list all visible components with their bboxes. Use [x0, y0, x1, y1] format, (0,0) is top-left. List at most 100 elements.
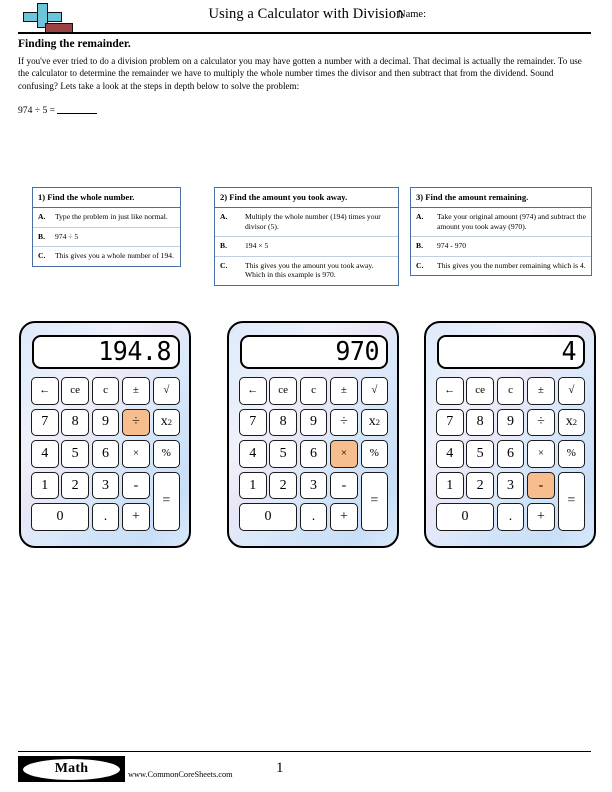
- key-backspace[interactable]: ←: [239, 377, 267, 405]
- key-plus-minus[interactable]: ±: [330, 377, 358, 405]
- key-4[interactable]: 4: [31, 440, 59, 468]
- key-3[interactable]: 3: [91, 471, 120, 500]
- key-backspace[interactable]: ←: [436, 377, 464, 405]
- key-0[interactable]: 0: [239, 503, 297, 531]
- key-square-root[interactable]: √: [360, 377, 389, 405]
- key-percent[interactable]: %: [152, 440, 181, 468]
- header-divider: [18, 32, 591, 34]
- step-1-row-a: A. Type the problem in just like normal.: [33, 208, 180, 228]
- key-x-squared[interactable]: x2: [360, 408, 389, 437]
- key-multiply[interactable]: ×: [122, 440, 150, 468]
- key-7[interactable]: 7: [239, 408, 267, 437]
- calculator-2: 9 7 0 ← ce c ± √ 7 8 9 ÷ x 2 4 5 6 ×% 1 2 3- = 0. +: [227, 321, 399, 548]
- key-add[interactable]: +: [527, 503, 555, 531]
- key-equals[interactable]: =: [152, 471, 181, 531]
- step-letter: B.: [220, 241, 227, 251]
- key-0[interactable]: 0: [31, 503, 89, 531]
- key-8[interactable]: 8: [466, 408, 494, 437]
- key-square-root[interactable]: √: [152, 377, 181, 405]
- key-percent[interactable]: %: [557, 440, 586, 468]
- key-multiply[interactable]: ×: [330, 440, 358, 468]
- key-9[interactable]: 9: [299, 408, 328, 437]
- answer-blank[interactable]: [57, 113, 98, 114]
- key-clear[interactable]: c: [91, 377, 120, 405]
- key-x-squared[interactable]: x2: [152, 408, 181, 437]
- step-1-row-b: B. 974 ÷ 5: [33, 228, 180, 248]
- step-box-3: 3) Find the amount remaining. A. Take yo…: [410, 187, 592, 277]
- calculator-1-display: 194.8: [32, 335, 180, 369]
- key-plus-minus[interactable]: ±: [527, 377, 555, 405]
- key-5[interactable]: 5: [466, 440, 494, 468]
- key-subtract[interactable]: -: [122, 471, 150, 500]
- key-divide[interactable]: ÷: [122, 408, 150, 437]
- key-2[interactable]: 2: [61, 471, 89, 500]
- key-8[interactable]: 8: [269, 408, 297, 437]
- key-subtract[interactable]: -: [330, 471, 358, 500]
- key-divide[interactable]: ÷: [527, 408, 555, 437]
- key-4[interactable]: 4: [436, 440, 464, 468]
- key-x-squared[interactable]: x2: [557, 408, 586, 437]
- step-text: This gives you the number remaining whic…: [437, 260, 586, 270]
- key-9[interactable]: 9: [496, 408, 525, 437]
- step-letter: C.: [38, 251, 46, 261]
- key-6[interactable]: 6: [496, 440, 525, 468]
- example-problem: 974 ÷ 5 =: [18, 105, 98, 116]
- key-plus-minus[interactable]: ±: [122, 377, 150, 405]
- step-text: Multiply the whole number (194) times yo…: [245, 212, 381, 231]
- key-5[interactable]: 5: [269, 440, 297, 468]
- key-6[interactable]: 6: [91, 440, 120, 468]
- key-0[interactable]: 0: [436, 503, 494, 531]
- key-decimal[interactable]: .: [496, 503, 525, 531]
- key-clear-entry[interactable]: ce: [269, 377, 297, 405]
- calculator-3: 4 ← ce c ± √ 7 8 9 ÷ x 2 4 5 6 ×% 1 2 3- = 0. +: [424, 321, 596, 548]
- step-text: This gives you a whole number of 194.: [55, 251, 174, 261]
- key-decimal[interactable]: .: [91, 503, 120, 531]
- key-3[interactable]: 3: [299, 471, 328, 500]
- key-1[interactable]: 1: [239, 471, 267, 500]
- key-1[interactable]: 1: [31, 471, 59, 500]
- calculator-1: 194.8 ← ce c ± √ 7 8 9 ÷ x 2 4 5 6 ×% 1 2 3- = 0. +: [19, 321, 191, 548]
- key-5[interactable]: 5: [61, 440, 89, 468]
- footer-divider: [18, 751, 591, 752]
- key-2[interactable]: 2: [466, 471, 494, 500]
- step-text: Type the problem in just like normal.: [55, 212, 168, 221]
- calculator-1-keypad[interactable]: ← ce c ± √ 7 8 9 ÷ x 2 4 5 6 ×% 1 2 3- = 0. +: [31, 377, 181, 537]
- step-letter: A.: [38, 212, 46, 221]
- step-letter: B.: [416, 241, 423, 251]
- key-1[interactable]: 1: [436, 471, 464, 500]
- step-3-row-a: A. Take your original amount (974) and s…: [411, 208, 591, 238]
- key-7[interactable]: 7: [31, 408, 59, 437]
- key-add[interactable]: +: [122, 503, 150, 531]
- key-3[interactable]: 3: [496, 471, 525, 500]
- key-9[interactable]: 9: [91, 408, 120, 437]
- key-equals[interactable]: =: [360, 471, 389, 531]
- key-divide[interactable]: ÷: [330, 408, 358, 437]
- key-8[interactable]: 8: [61, 408, 89, 437]
- key-percent[interactable]: %: [360, 440, 389, 468]
- key-decimal[interactable]: .: [299, 503, 328, 531]
- step-2-row-b: B. 194 × 5: [215, 237, 398, 257]
- key-clear-entry[interactable]: ce: [466, 377, 494, 405]
- key-clear[interactable]: c: [496, 377, 525, 405]
- step-2-row-a: A. Multiply the whole number (194) times…: [215, 208, 398, 238]
- math-badge: Math: [18, 756, 125, 782]
- step-1-row-c: C. This gives you a whole number of 194.: [33, 247, 180, 266]
- key-equals[interactable]: =: [557, 471, 586, 531]
- key-7[interactable]: 7: [436, 408, 464, 437]
- key-4[interactable]: 4: [239, 440, 267, 468]
- key-subtract[interactable]: -: [527, 471, 555, 500]
- key-add[interactable]: +: [330, 503, 358, 531]
- key-square-root[interactable]: √: [557, 377, 586, 405]
- calculator-3-keypad[interactable]: ← ce c ± √ 7 8 9 ÷ x 2 4 5 6 ×% 1 2 3- = 0. +: [436, 377, 586, 537]
- page-header: Using a Calculator with Division Name:: [0, 0, 612, 36]
- step-letter: B.: [38, 231, 45, 241]
- key-clear[interactable]: c: [299, 377, 328, 405]
- step-text: 974 ÷ 5: [55, 231, 79, 241]
- key-2[interactable]: 2: [269, 471, 297, 500]
- key-multiply[interactable]: ×: [527, 440, 555, 468]
- key-backspace[interactable]: ←: [31, 377, 59, 405]
- key-6[interactable]: 6: [299, 440, 328, 468]
- step-letter: A.: [416, 212, 424, 221]
- key-clear-entry[interactable]: ce: [61, 377, 89, 405]
- calculator-2-keypad[interactable]: ← ce c ± √ 7 8 9 ÷ x 2 4 5 6 ×% 1 2 3- = 0. +: [239, 377, 389, 537]
